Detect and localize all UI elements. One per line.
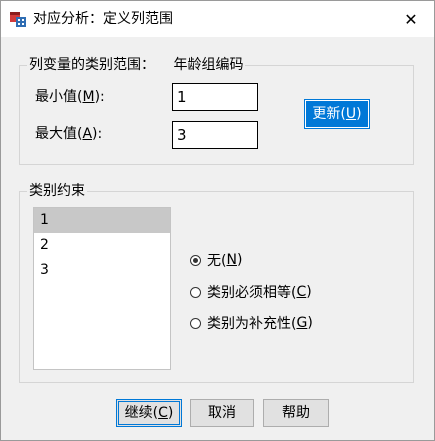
cancel-button[interactable]: 取消 [190, 399, 254, 427]
list-item[interactable]: 3 [34, 258, 170, 283]
dialog-window: 对应分析：定义列范围 ✕ 列变量的类别范围： 年龄组编码 最小值(M): 1 最… [0, 0, 435, 441]
category-listbox[interactable]: 1 2 3 [33, 207, 171, 370]
radio-categories-equal[interactable]: 类别必须相等(C) [190, 282, 312, 302]
max-value-input[interactable]: 3 [172, 121, 258, 149]
radio-categories-supplementary[interactable]: 类别为补充性(G) [190, 313, 313, 333]
range-group-label: 列变量的类别范围： [29, 57, 155, 73]
constraint-group-title: 类别约束 [27, 183, 87, 199]
list-item[interactable]: 2 [34, 233, 170, 258]
radio-none[interactable]: 无(N) [190, 250, 242, 270]
update-button[interactable]: 更新(U) [304, 99, 370, 129]
radio-checked-icon [190, 254, 201, 266]
range-group-title: 列变量的类别范围： 年龄组编码 [27, 57, 246, 73]
min-label: 最小值(M): [35, 89, 105, 105]
min-value-input[interactable]: 1 [172, 83, 258, 111]
continue-button[interactable]: 继续(C) [116, 399, 182, 427]
radio-unchecked-icon [190, 286, 201, 298]
window-title: 对应分析：定义列范围 [33, 11, 173, 27]
range-variable-name: 年龄组编码 [173, 57, 244, 73]
radio-unchecked-icon [190, 317, 201, 329]
help-button[interactable]: 帮助 [263, 399, 329, 427]
close-button[interactable]: ✕ [388, 1, 434, 37]
list-item[interactable]: 1 [34, 208, 170, 233]
title-bar[interactable]: 对应分析：定义列范围 ✕ [1, 1, 434, 37]
app-icon [9, 10, 27, 28]
close-icon: ✕ [404, 9, 418, 29]
max-label: 最大值(A): [35, 126, 103, 142]
